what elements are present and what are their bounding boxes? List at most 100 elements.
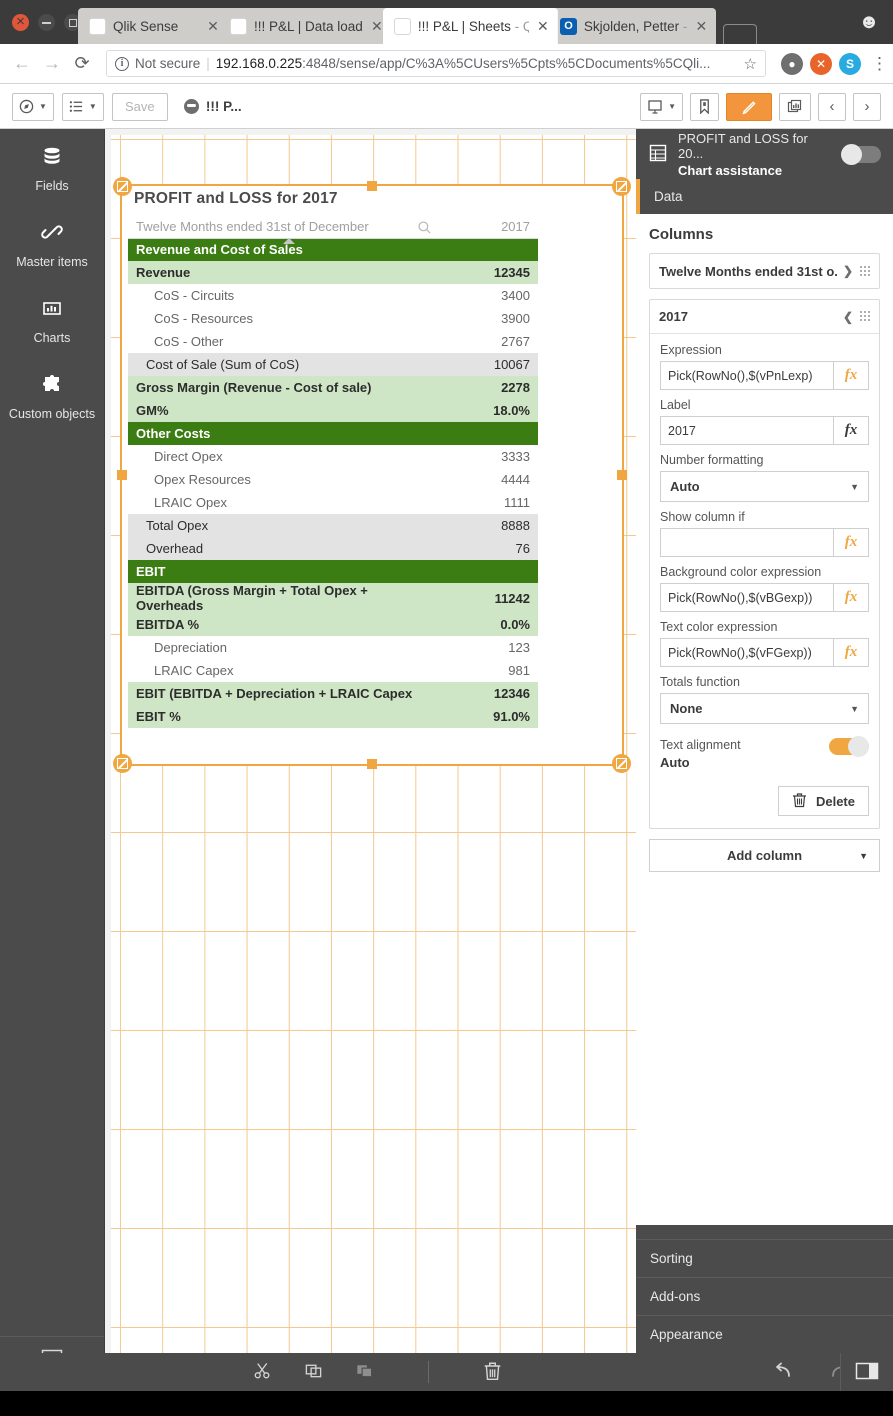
browser-tab-0-close-icon[interactable]: ✕ (206, 18, 220, 35)
sheet-list-button[interactable]: ▼ (61, 92, 104, 121)
cut-button[interactable] (253, 1361, 272, 1383)
table-row[interactable]: CoS - Circuits 3400 (128, 284, 538, 307)
table-row[interactable]: GM% 18.0% (128, 399, 538, 422)
table-row[interactable]: Cost of Sale (Sum of CoS) 10067 (128, 353, 538, 376)
section-appearance[interactable]: Appearance (636, 1315, 893, 1353)
chevron-right-icon[interactable]: ❯ (843, 264, 853, 278)
next-sheet-button[interactable]: › (853, 92, 881, 121)
bookmarks-button[interactable] (690, 92, 719, 121)
back-button[interactable]: ← (8, 50, 36, 78)
resize-handle-bottom-left[interactable] (113, 754, 132, 773)
profile-avatar-icon[interactable]: ☻ (857, 10, 881, 34)
totals-function-select[interactable]: None ▼ (660, 693, 869, 724)
table-row[interactable]: EBIT (EBITDA + Depreciation + LRAIC Cape… (128, 682, 538, 705)
new-tab-button[interactable] (723, 24, 758, 44)
resize-handle-top-right[interactable] (612, 177, 631, 196)
table-row[interactable]: Revenue and Cost of Sales (128, 238, 538, 261)
table-row[interactable]: Opex Resources 4444 (128, 468, 538, 491)
table-row[interactable]: Depreciation 123 (128, 636, 538, 659)
dimension-column-card[interactable]: Twelve Months ended 31st o... ❯ (649, 253, 880, 289)
sidebar-item-custom-objects[interactable]: Custom objects (0, 357, 104, 433)
forward-button[interactable]: → (38, 50, 66, 78)
window-close-button[interactable] (12, 11, 29, 33)
column-header-measure[interactable]: 2017 (438, 215, 538, 239)
table-row[interactable]: Overhead 76 (128, 537, 538, 560)
table-row[interactable]: Total Opex 8888 (128, 514, 538, 537)
drag-handle-icon[interactable] (859, 264, 870, 278)
browser-tab-3[interactable]: O Skjolden, Petter - ✕ (548, 8, 717, 44)
orange-extension-icon[interactable]: ✕ (810, 52, 832, 75)
number-formatting-select[interactable]: Auto ▼ (660, 471, 869, 502)
column-header-dimension[interactable]: Twelve Months ended 31st of December (128, 215, 438, 244)
window-minimize-button[interactable] (38, 14, 55, 31)
dimension-card-row[interactable]: Twelve Months ended 31st o... ❯ (650, 254, 879, 288)
info-circle-icon[interactable]: i (115, 56, 129, 71)
section-add-ons[interactable]: Add-ons (636, 1277, 893, 1315)
three-dot-menu-icon[interactable]: ⋮ (871, 55, 888, 72)
browser-tab-2[interactable]: ■ !!! P&L | Sheets - Q ✕ (382, 8, 558, 44)
text-color-fx-button[interactable]: fx (833, 638, 869, 667)
address-bar[interactable]: i Not secure | 192.168.0.225:4848/sense/… (106, 50, 766, 77)
expression-input[interactable] (660, 361, 833, 390)
browser-tab-1[interactable]: ■ !!! P&L | Data load ✕ (219, 8, 392, 44)
gray-extension-icon[interactable]: ● (781, 52, 803, 75)
chevron-down-icon[interactable]: ❮ (843, 310, 853, 324)
app-name-label[interactable]: !!! P... (183, 99, 242, 114)
browser-tab-0[interactable]: ■ Qlik Sense ✕ (78, 8, 228, 44)
table-row[interactable]: Gross Margin (Revenue - Cost of sale) 227… (128, 376, 538, 399)
profit-loss-table[interactable]: Twelve Months ended 31st of December 201… (128, 215, 538, 728)
storytelling-button[interactable]: ▼ (640, 92, 683, 121)
add-column-button[interactable]: Add column ▼ (649, 839, 880, 872)
reload-button[interactable]: ⟳ (68, 50, 96, 78)
background-color-input[interactable] (660, 583, 833, 612)
skype-extension-icon[interactable]: S (839, 52, 861, 75)
undo-icon[interactable] (771, 1362, 793, 1383)
tab-data[interactable]: Data (636, 179, 893, 214)
resize-handle-right[interactable] (617, 470, 627, 480)
table-row[interactable]: LRAIC Opex 1111 (128, 491, 538, 514)
measure-column-card[interactable]: 2017 ❮ Expression fx Label fx Numb (649, 299, 880, 829)
table-row[interactable]: Direct Opex 3333 (128, 445, 538, 468)
table-row[interactable]: Revenue 12345 (128, 261, 538, 284)
text-color-input[interactable] (660, 638, 833, 667)
sidebar-item-master-items[interactable]: Master items (0, 205, 104, 281)
table-row[interactable]: EBIT (128, 560, 538, 583)
copy-button[interactable] (304, 1361, 323, 1383)
sidebar-item-fields[interactable]: Fields (0, 129, 104, 205)
measure-card-row[interactable]: 2017 ❮ (650, 300, 879, 334)
show-column-if-input[interactable] (660, 528, 833, 557)
resize-handle-bottom[interactable] (367, 759, 377, 769)
resize-handle-top-left[interactable] (113, 177, 132, 196)
chart-assistance-toggle[interactable] (841, 143, 881, 165)
table-row[interactable]: CoS - Resources 3900 (128, 307, 538, 330)
save-button[interactable]: Save (111, 92, 168, 121)
table-row[interactable]: CoS - Other 2767 (128, 330, 538, 353)
background-color-fx-button[interactable]: fx (833, 583, 869, 612)
label-fx-button[interactable]: fx (833, 416, 869, 445)
delete-column-button[interactable]: Delete (777, 786, 869, 816)
table-row[interactable]: EBIT % 91.0% (128, 705, 538, 728)
label-input[interactable] (660, 416, 833, 445)
delete-button[interactable] (483, 1361, 502, 1384)
paste-button[interactable] (355, 1361, 374, 1383)
panel-toggle-button[interactable] (840, 1353, 893, 1391)
section-sorting[interactable]: Sorting (636, 1239, 893, 1277)
text-alignment-toggle[interactable] (829, 736, 869, 757)
table-row[interactable]: Other Costs (128, 422, 538, 445)
resize-handle-top[interactable] (367, 181, 377, 191)
sidebar-item-charts[interactable]: Charts (0, 281, 104, 357)
browser-tab-3-close-icon[interactable]: ✕ (694, 18, 708, 35)
search-icon[interactable] (417, 220, 432, 238)
table-row[interactable]: EBITDA % 0.0% (128, 613, 538, 636)
resize-handle-left[interactable] (117, 470, 127, 480)
sheet-view-button[interactable] (779, 92, 811, 121)
edit-sheet-button[interactable] (726, 92, 772, 121)
table-row[interactable]: LRAIC Capex 981 (128, 659, 538, 682)
resize-handle-bottom-right[interactable] (612, 754, 631, 773)
show-column-if-fx-button[interactable]: fx (833, 528, 869, 557)
expression-fx-button[interactable]: fx (833, 361, 869, 390)
browser-tab-2-close-icon[interactable]: ✕ (536, 18, 550, 35)
drag-handle-icon[interactable] (859, 310, 870, 323)
table-row[interactable]: EBITDA (Gross Margin + Total Opex + Over… (128, 583, 538, 613)
chart-object-profit-and-loss[interactable]: PROFIT and LOSS for 2017 Twelve Months e… (113, 177, 631, 773)
